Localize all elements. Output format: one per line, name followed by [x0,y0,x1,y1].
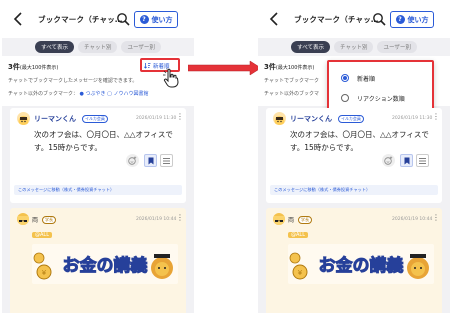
timestamp: 2026/01/19 10:44 [392,217,433,222]
usage-button[interactable]: ? 使い方 [134,11,178,28]
search-icon[interactable] [372,12,386,26]
question-icon: ? [139,15,149,24]
tab-all[interactable]: すべて表示 [291,40,331,53]
message-card: 両 学長 2026/01/19 10:44 ⋮ @ALL ¥ お金の講義 [266,208,442,313]
bookmark-button[interactable] [400,154,413,167]
lecture-banner-image: ¥ お金の講義 [32,244,178,284]
avatar [17,213,29,225]
sort-dropdown: 新着順 リアクション数順 [327,60,434,111]
page-title: ブックマーク（チャッ… [294,15,379,24]
member-badge: イルカ会員 [338,115,364,123]
hamburger-icon [419,157,426,164]
pointer-hand-icon [163,68,179,88]
more-options-icon[interactable]: ⋮ [176,213,184,222]
jump-to-message-link[interactable]: このメッセージに移動（株式・債券投資チャット） [270,185,438,195]
question-icon: ? [395,15,405,24]
message-text: 次のオフ会は、〇月〇日、△△オフィスです。15時からです。 [34,130,173,152]
banner-title: お金の講義 [319,255,404,276]
bookmark-count: 3件(最大100件表示) [8,63,59,71]
usage-label: 使い方 [151,15,173,24]
role-badge: 学長 [42,216,56,224]
menu-button[interactable] [416,154,429,167]
tab-by-user[interactable]: ユーザー別 [121,40,161,53]
description-text: チャットでブックマーク [264,78,319,84]
tab-by-user[interactable]: ユーザー別 [377,40,417,53]
usage-button[interactable]: ? 使い方 [390,11,434,28]
mention-tag: @ALL [288,232,308,238]
avatar [273,112,286,125]
knowhow-link[interactable]: ▢ ノウハウ図書館 [107,91,148,97]
more-options-icon[interactable]: ⋮ [432,213,440,222]
reaction-button[interactable] [126,154,139,167]
banner-title: お金の講義 [63,255,148,276]
avatar [17,112,30,125]
back-arrow-icon[interactable] [12,11,26,27]
posts-link[interactable]: ● つぶやき [80,91,106,97]
other-bookmarks: チャット以外のブックマ [264,91,319,97]
hamburger-icon [163,157,170,164]
more-options-icon[interactable]: ⋮ [432,112,440,121]
bookmark-icon [404,157,409,164]
bookmark-count: 3件(最大100件表示) [264,63,315,71]
svg-text:¥: ¥ [42,269,47,277]
radio-selected-icon [341,74,349,82]
page-title: ブックマーク（チャッ… [38,15,123,24]
left-screen: ブックマーク（チャッ… ? 使い方 すべて表示 チャット別 ユーザー別 3件(最… [2,0,194,313]
message-card: リーマンくん イルカ会員 2026/01/19 11:30 ⋮ 次のオフ会は、〇… [10,108,186,203]
radio-unselected-icon [341,94,349,102]
filter-tabs: すべて表示 チャット別 ユーザー別 [2,38,194,55]
lecture-banner-image: ¥ お金の講義 [288,244,434,284]
header: ブックマーク（チャッ… ? 使い方 [2,0,194,38]
timestamp: 2026/01/19 10:44 [136,217,177,222]
sort-option-reactions[interactable]: リアクション数順 [341,92,405,104]
message-card: リーマンくん イルカ会員 2026/01/19 11:30 ⋮ 次のオフ会は、〇… [266,108,442,203]
svg-text:¥: ¥ [298,269,303,277]
tab-all[interactable]: すべて表示 [35,40,75,53]
back-arrow-icon[interactable] [268,11,282,27]
member-badge: イルカ会員 [82,115,108,123]
sort-option-newest[interactable]: 新着順 [341,72,375,84]
description-text: チャットでブックマークしたメッセージを確認できます。 [8,78,138,84]
search-icon[interactable] [116,12,130,26]
filter-tabs: すべて表示 チャット別 ユーザー別 [258,38,450,55]
message-text: 次のオフ会は、〇月〇日、△△オフィスです。15時からです。 [290,130,429,152]
reaction-button[interactable] [382,154,395,167]
menu-button[interactable] [160,154,173,167]
user-name[interactable]: 両 [32,215,38,224]
tab-by-chat[interactable]: チャット別 [334,40,374,53]
role-badge: 学長 [298,216,312,224]
header: ブックマーク（チャッ… ? 使い方 [258,0,450,38]
jump-to-message-link[interactable]: このメッセージに移動（株式・債券投資チャット） [14,185,182,195]
transition-arrow-icon [188,60,262,76]
smiley-add-icon [128,156,137,165]
sort-icon [144,63,151,69]
timestamp: 2026/01/19 11:30 [136,116,177,121]
avatar [273,213,285,225]
user-name[interactable]: リーマンくん [290,114,332,124]
user-name[interactable]: リーマンくん [34,114,76,124]
bookmark-icon [148,157,153,164]
other-bookmarks: チャット以外のブックマーク： ● つぶやき ▢ ノウハウ図書館 [8,91,149,97]
right-screen: ブックマーク（チャッ… ? 使い方 すべて表示 チャット別 ユーザー別 3件(最… [258,0,450,313]
user-name[interactable]: 両 [288,215,294,224]
smiley-add-icon [384,156,393,165]
bookmark-button[interactable] [144,154,157,167]
timestamp: 2026/01/19 11:30 [392,116,433,121]
tab-by-chat[interactable]: チャット別 [78,40,118,53]
mention-tag: @ALL [32,232,52,238]
usage-label: 使い方 [407,15,429,24]
more-options-icon[interactable]: ⋮ [176,112,184,121]
message-card: 両 学長 2026/01/19 10:44 ⋮ @ALL ¥ お金の講義 [10,208,186,313]
